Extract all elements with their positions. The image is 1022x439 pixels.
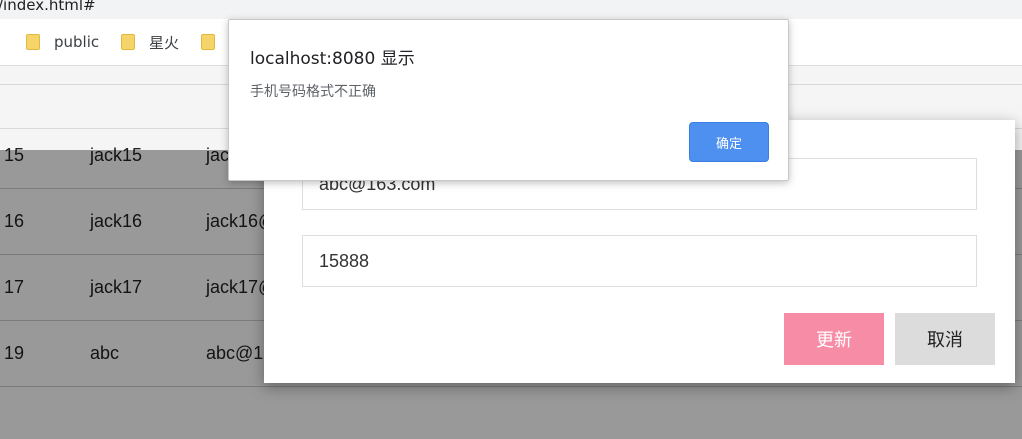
folder-icon	[26, 34, 40, 50]
bookmark-label: public	[54, 33, 100, 51]
folder-icon	[121, 34, 135, 50]
bookmark-label: 星火	[149, 33, 180, 52]
folder-icon	[201, 34, 215, 50]
alert-title: localhost:8080 显示	[250, 49, 415, 69]
bookmark-folder[interactable]	[201, 31, 229, 53]
ok-button[interactable]: 确定	[689, 122, 769, 162]
address-bar[interactable]: /index.html#	[0, 0, 1022, 19]
cancel-button[interactable]: 取消	[895, 313, 995, 365]
bookmark-public[interactable]: public	[26, 31, 99, 53]
alert-message: 手机号码格式不正确	[250, 84, 376, 100]
update-button[interactable]: 更新	[784, 313, 884, 365]
alert-dialog: localhost:8080 显示 手机号码格式不正确 确定	[228, 19, 789, 181]
address-bar-url[interactable]: /index.html#	[0, 0, 96, 14]
phone-field[interactable]	[302, 235, 977, 287]
bookmark-xinghuo[interactable]: 星火	[121, 31, 179, 53]
